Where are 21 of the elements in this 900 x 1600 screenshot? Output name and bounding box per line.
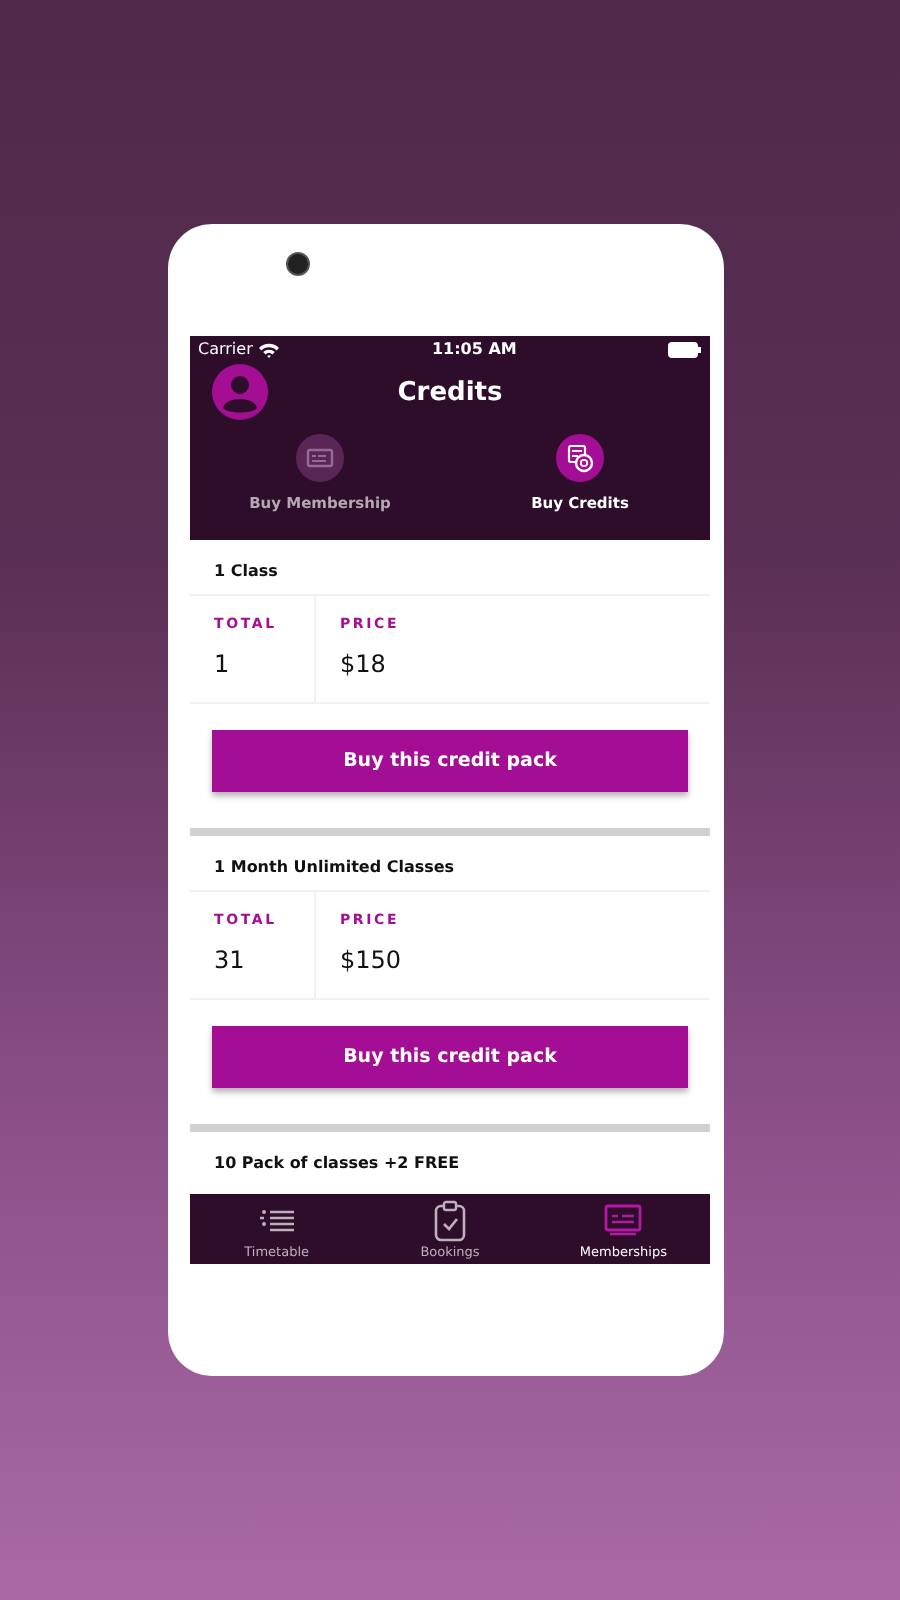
screen-title: Credits — [397, 377, 503, 407]
price-value: $150 — [340, 946, 402, 974]
price-value: $18 — [340, 650, 388, 678]
avatar-icon — [212, 364, 268, 420]
pack-title: 10 Pack of classes +2 FREE — [212, 1152, 462, 1176]
buy-button[interactable]: Buy this credit pack — [212, 1026, 688, 1088]
carrier-label: Carrier — [198, 340, 253, 358]
total-value: 31 — [214, 946, 247, 974]
list-icon — [257, 1206, 296, 1234]
clipboard-icon — [434, 1199, 466, 1241]
card-icon — [296, 434, 344, 482]
total-value: 1 — [214, 650, 232, 678]
clock-time: 11:05 AM — [431, 340, 517, 358]
coins-icon — [556, 434, 604, 482]
camera-icon — [286, 252, 310, 276]
pack-title: 1 Month Unlimited Classes — [212, 856, 457, 880]
pack-title: 1 Class — [212, 560, 280, 584]
buy-button[interactable]: Buy this credit pack — [212, 730, 688, 792]
wifi-icon — [258, 341, 281, 357]
card-icon — [604, 1204, 643, 1236]
battery-icon — [667, 341, 702, 357]
